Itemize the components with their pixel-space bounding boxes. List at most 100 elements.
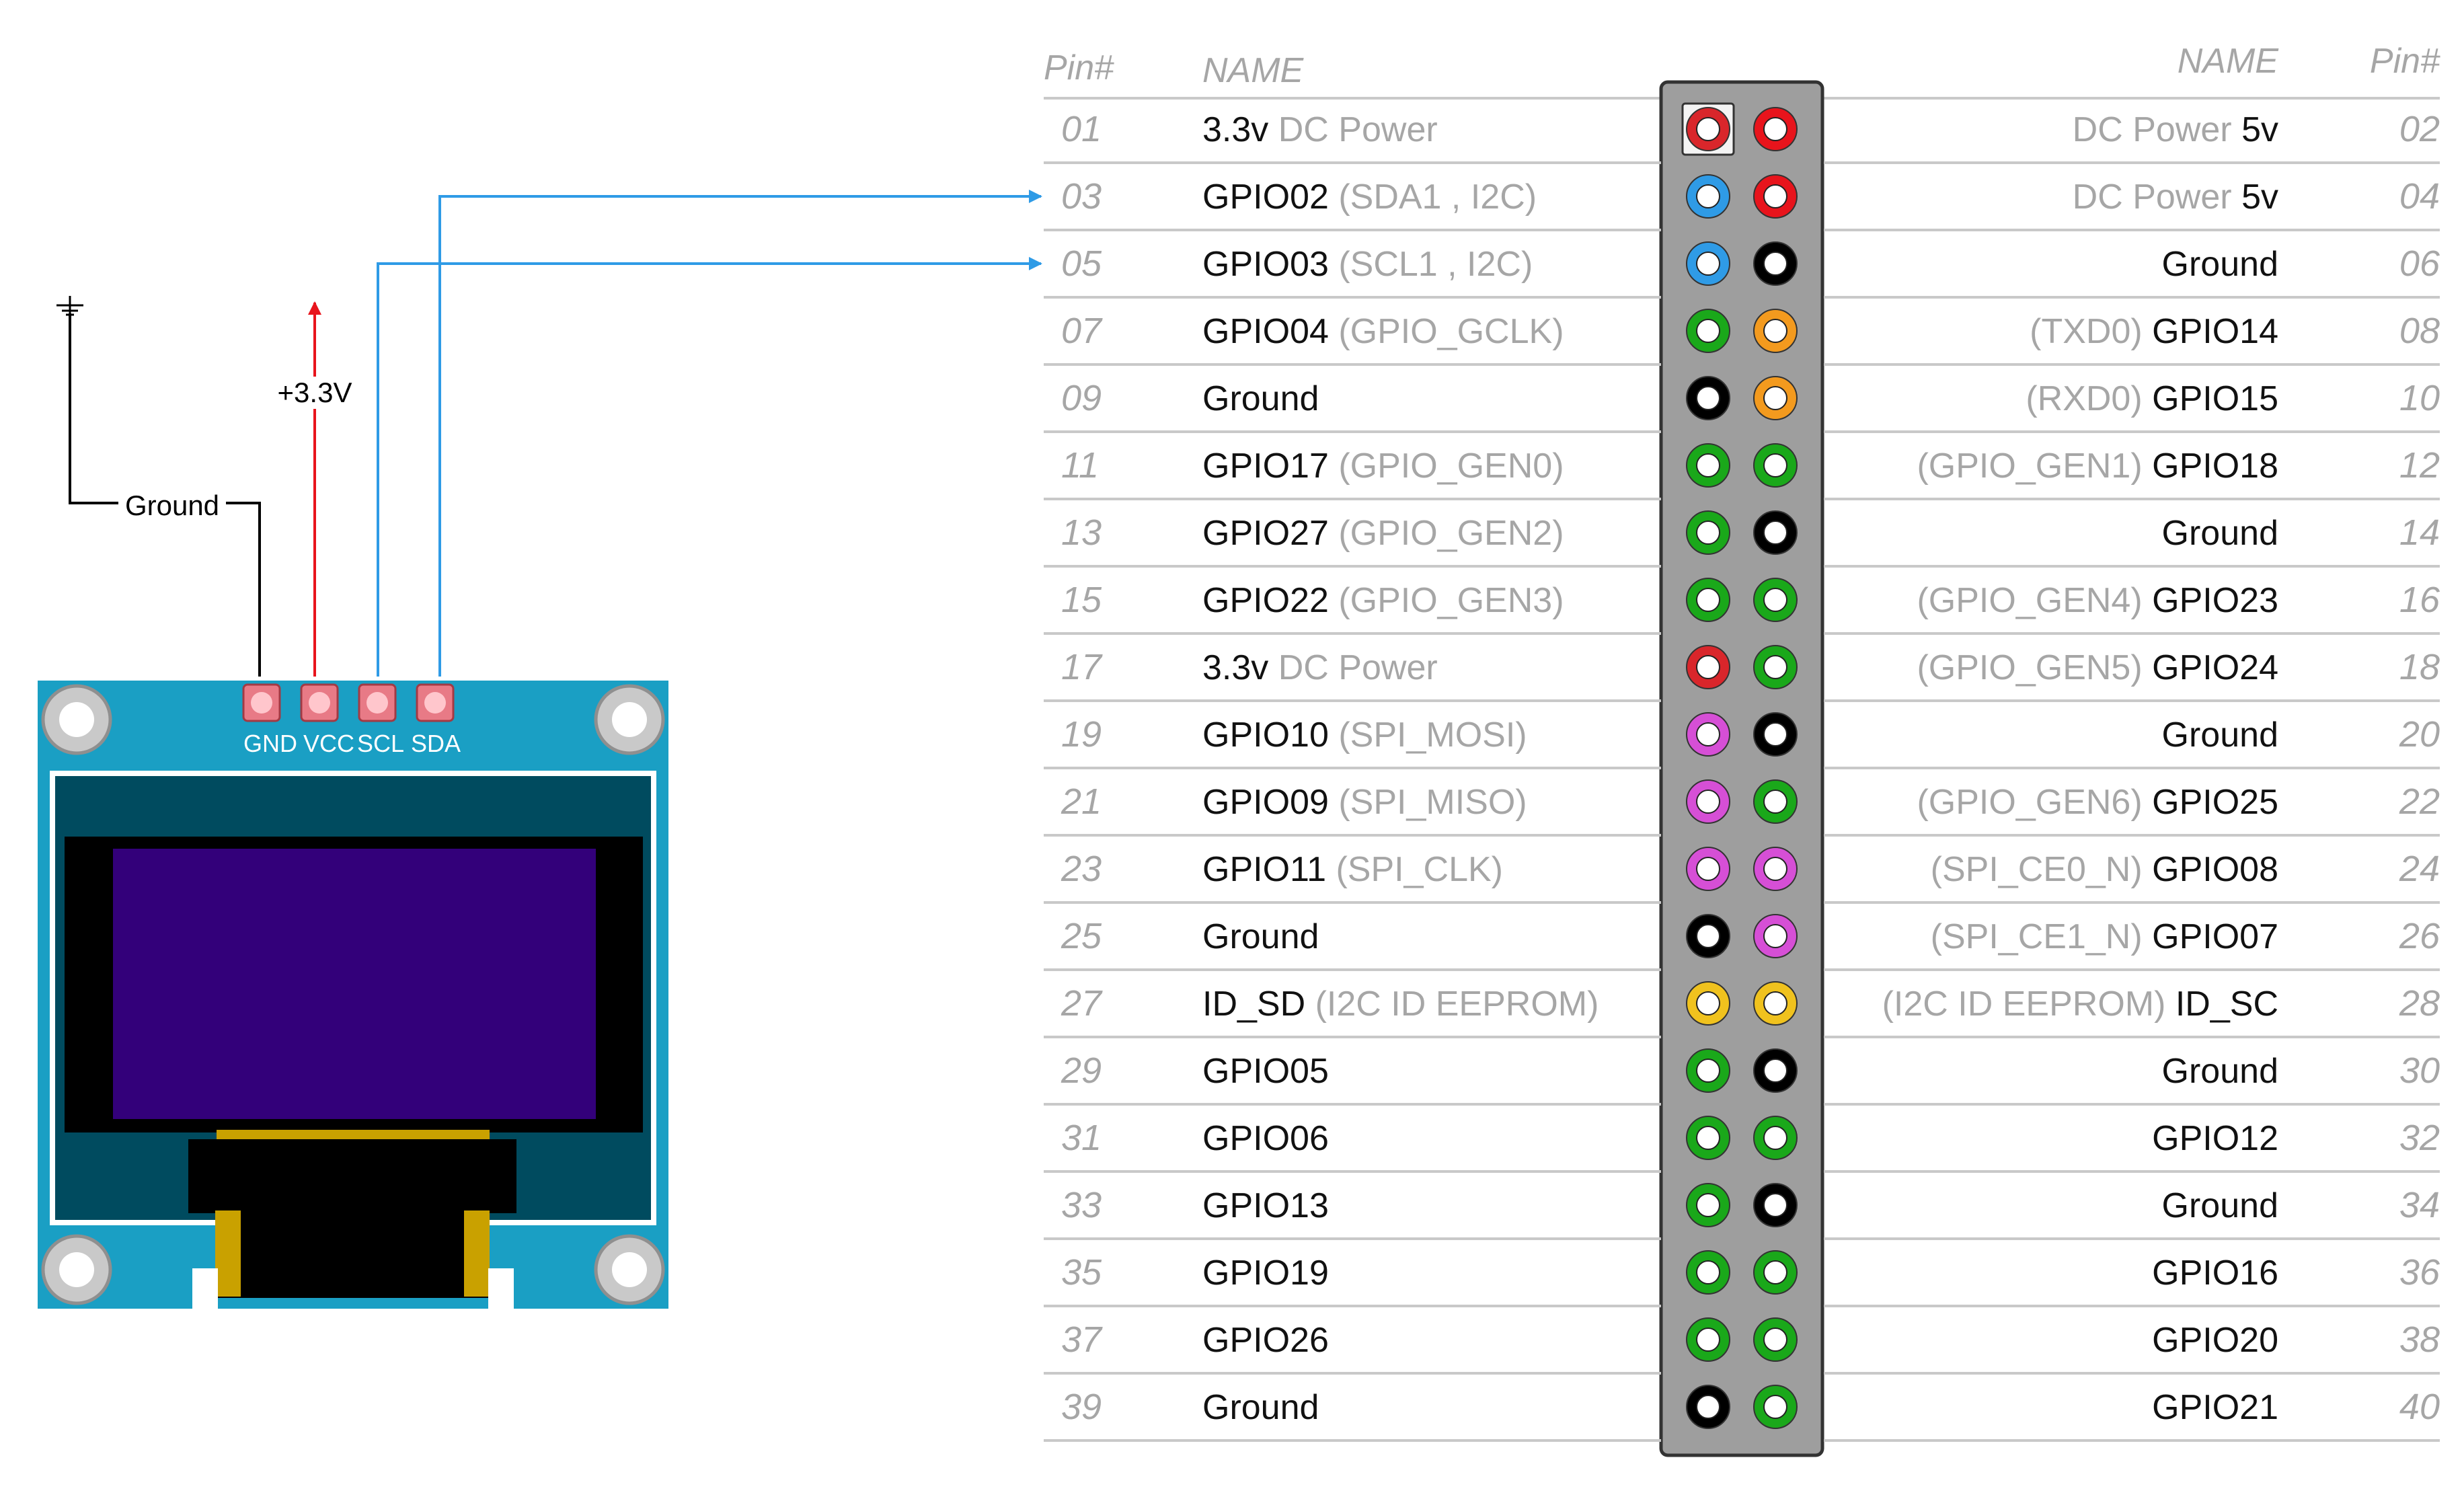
- pin-name-right: GPIO16: [2152, 1254, 2278, 1293]
- header-right-name: NAME: [2178, 42, 2280, 81]
- pin-name-left: GPIO09 (SPI_MISO): [1202, 783, 1527, 822]
- gpio-pinout-table: Pin# NAME NAME Pin# 01 3.3v DC Power DC Po…: [1044, 42, 2440, 1457]
- ribbon-cable: [217, 1130, 490, 1141]
- pin-number-right: 30: [2399, 1050, 2440, 1091]
- pin-name-right-main: Ground: [2162, 716, 2278, 755]
- pin-name-left-main: ID_SD: [1202, 985, 1305, 1024]
- connector-tab: [215, 1210, 241, 1297]
- connector-tab: [464, 1210, 490, 1297]
- pin-name-left: Ground: [1202, 1388, 1319, 1427]
- pin-name-right-main: Ground: [2162, 1186, 2278, 1225]
- pin-number-left: 21: [1061, 781, 1102, 822]
- pin-number-left: 35: [1061, 1252, 1102, 1293]
- pin-number-right: 20: [2399, 714, 2440, 755]
- wiring-diagram: Pin# NAME NAME Pin# 01 3.3v DC Power DC Po…: [0, 0, 2464, 1496]
- pin-number-left: 27: [1061, 983, 1103, 1024]
- ground-wire-label: Ground: [125, 490, 219, 521]
- pin-number-right: 24: [2399, 849, 2440, 889]
- pin-number-right: 26: [2399, 916, 2440, 956]
- pin-name-right-main: 5v: [2241, 178, 2278, 217]
- pin-number-right: 02: [2399, 109, 2440, 149]
- pin-name-left-detail: (GPIO_GCLK): [1329, 312, 1564, 351]
- pin-number-left: 39: [1061, 1387, 1102, 1427]
- pin-name-right-detail: (GPIO_GEN6): [1917, 783, 2152, 822]
- header-left-name: NAME: [1202, 51, 1305, 90]
- pin-name-left: 3.3v DC Power: [1202, 110, 1438, 149]
- pin-number-right: 14: [2399, 512, 2440, 553]
- pin-name-right: (GPIO_GEN4) GPIO23: [1917, 581, 2278, 620]
- pin-name-left: GPIO13: [1202, 1186, 1329, 1225]
- pin-name-right: Ground: [2162, 514, 2278, 553]
- pin-name-right-main: GPIO14: [2152, 312, 2278, 351]
- pin-number-left: 11: [1061, 445, 1099, 486]
- pin-name-left-detail: (GPIO_GEN0): [1329, 447, 1564, 486]
- pin-name-left: GPIO27 (GPIO_GEN2): [1202, 514, 1564, 553]
- pin-name-right: (SPI_CE1_N) GPIO07: [1931, 917, 2278, 956]
- pin-number-right: 12: [2399, 445, 2440, 486]
- vcc-wire-label: +3.3V: [278, 377, 352, 408]
- pin-name-right: GPIO20: [2152, 1321, 2278, 1360]
- pin-number-right: 06: [2399, 243, 2440, 284]
- pin-name-left: 3.3v DC Power: [1202, 648, 1438, 687]
- pin-name-right-main: GPIO08: [2152, 850, 2278, 889]
- pin-name-left: Ground: [1202, 379, 1319, 418]
- pin-name-right-detail: (RXD0): [2026, 379, 2152, 418]
- pin-name-right: (TXD0) GPIO14: [2030, 312, 2278, 351]
- pin-label-vcc: VCC: [303, 730, 354, 757]
- pin-name-left-detail: (SPI_MISO): [1329, 783, 1527, 822]
- display-active-area: [113, 849, 596, 1119]
- scl-wire: [377, 257, 1042, 677]
- pin-name-right: (GPIO_GEN1) GPIO18: [1917, 447, 2278, 486]
- pin-name-left-detail: (GPIO_GEN3): [1329, 581, 1564, 620]
- pin-name-left-main: GPIO10: [1202, 716, 1329, 755]
- pin-number-right: 22: [2399, 781, 2440, 822]
- board-notch: [488, 1268, 514, 1309]
- pin-name-right-detail: (TXD0): [2030, 312, 2152, 351]
- pin-name-right: (RXD0) GPIO15: [2026, 379, 2278, 418]
- pin-name-right: (GPIO_GEN6) GPIO25: [1917, 783, 2278, 822]
- pin-name-right-detail: DC Power: [2073, 110, 2241, 149]
- pin-name-right-detail: (SPI_CE0_N): [1931, 850, 2152, 889]
- pin-name-right-detail: (GPIO_GEN5): [1917, 648, 2152, 687]
- pin-name-right-main: GPIO25: [2152, 783, 2278, 822]
- pin-name-left-main: Ground: [1202, 917, 1319, 956]
- pin-name-left: GPIO17 (GPIO_GEN0): [1202, 447, 1564, 486]
- pin-name-right-main: GPIO07: [2152, 917, 2278, 956]
- pin-name-right: Ground: [2162, 245, 2278, 284]
- pin-label-scl: SCL: [357, 730, 404, 757]
- pin-name-right-main: ID_SC: [2176, 985, 2278, 1024]
- pin-name-right: Ground: [2162, 716, 2278, 755]
- pin-name-left-main: GPIO22: [1202, 581, 1329, 620]
- pin-number-left: 33: [1061, 1185, 1102, 1225]
- pin-number-left: 13: [1061, 512, 1102, 553]
- pin-name-left-detail: (GPIO_GEN2): [1329, 514, 1564, 553]
- pin-name-left: GPIO02 (SDA1 , I2C): [1202, 178, 1537, 217]
- pin-name-right: GPIO21: [2152, 1388, 2278, 1427]
- pin-name-right-main: GPIO18: [2152, 447, 2278, 486]
- pin-name-left-main: 3.3v: [1202, 110, 1268, 149]
- pin-number-right: 10: [2399, 378, 2440, 418]
- header-left-pin: Pin#: [1044, 48, 1114, 87]
- pin-name-left-detail: DC Power: [1268, 648, 1437, 687]
- oled-display-module: GND VCC SCL SDA: [38, 681, 668, 1309]
- pin-name-left-detail: (SDA1 , I2C): [1329, 178, 1537, 217]
- pin-name-right-main: Ground: [2162, 514, 2278, 553]
- pin-number-right: 36: [2399, 1252, 2440, 1293]
- pin-name-left-detail: DC Power: [1268, 110, 1437, 149]
- pin-name-left-main: GPIO04: [1202, 312, 1329, 351]
- header-right-pin: Pin#: [2370, 42, 2440, 81]
- pin-name-left: GPIO19: [1202, 1254, 1329, 1293]
- pin-name-left-main: GPIO05: [1202, 1052, 1329, 1091]
- pin-name-right-main: GPIO23: [2152, 581, 2278, 620]
- pin-name-right: GPIO12: [2152, 1119, 2278, 1158]
- pin-name-right-main: Ground: [2162, 1052, 2278, 1091]
- pin-name-left-main: GPIO03: [1202, 245, 1329, 284]
- pin-label-gnd: GND: [243, 730, 297, 757]
- pin-name-left-detail: (I2C ID EEPROM): [1305, 985, 1599, 1024]
- pin-name-left-detail: (SPI_MOSI): [1329, 716, 1527, 755]
- mounting-hole-icon: [41, 1234, 112, 1305]
- pin-name-right: Ground: [2162, 1052, 2278, 1091]
- pin-name-left-detail: (SCL1 , I2C): [1329, 245, 1533, 284]
- pin-name-right: Ground: [2162, 1186, 2278, 1225]
- mounting-hole-icon: [41, 684, 112, 755]
